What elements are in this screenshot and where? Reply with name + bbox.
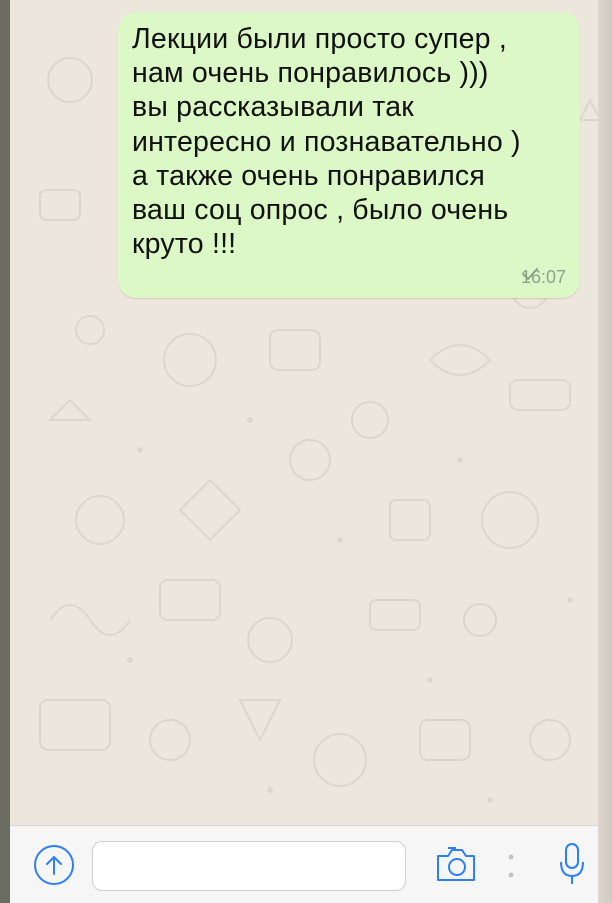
microphone-icon	[560, 843, 584, 884]
message-meta: 16:07	[521, 267, 566, 288]
microphone-button[interactable]	[558, 842, 586, 888]
outgoing-message-bubble[interactable]: Лекции были просто супер , нам очень пон…	[118, 12, 580, 298]
separator-dots	[508, 854, 514, 878]
chat-background: Лекции были просто супер , нам очень пон…	[10, 0, 612, 825]
message-input[interactable]	[92, 841, 406, 891]
message-input-bar	[10, 825, 612, 903]
screen-edge	[598, 0, 612, 903]
check-icon	[521, 268, 538, 280]
camera-button[interactable]	[434, 844, 478, 884]
chat-screen: Лекции были просто супер , нам очень пон…	[10, 0, 612, 903]
camera-icon	[437, 847, 475, 881]
message-text: Лекции были просто супер , нам очень пон…	[132, 23, 521, 261]
arrow-up-circle-icon	[46, 856, 62, 875]
attach-button[interactable]	[34, 845, 74, 885]
